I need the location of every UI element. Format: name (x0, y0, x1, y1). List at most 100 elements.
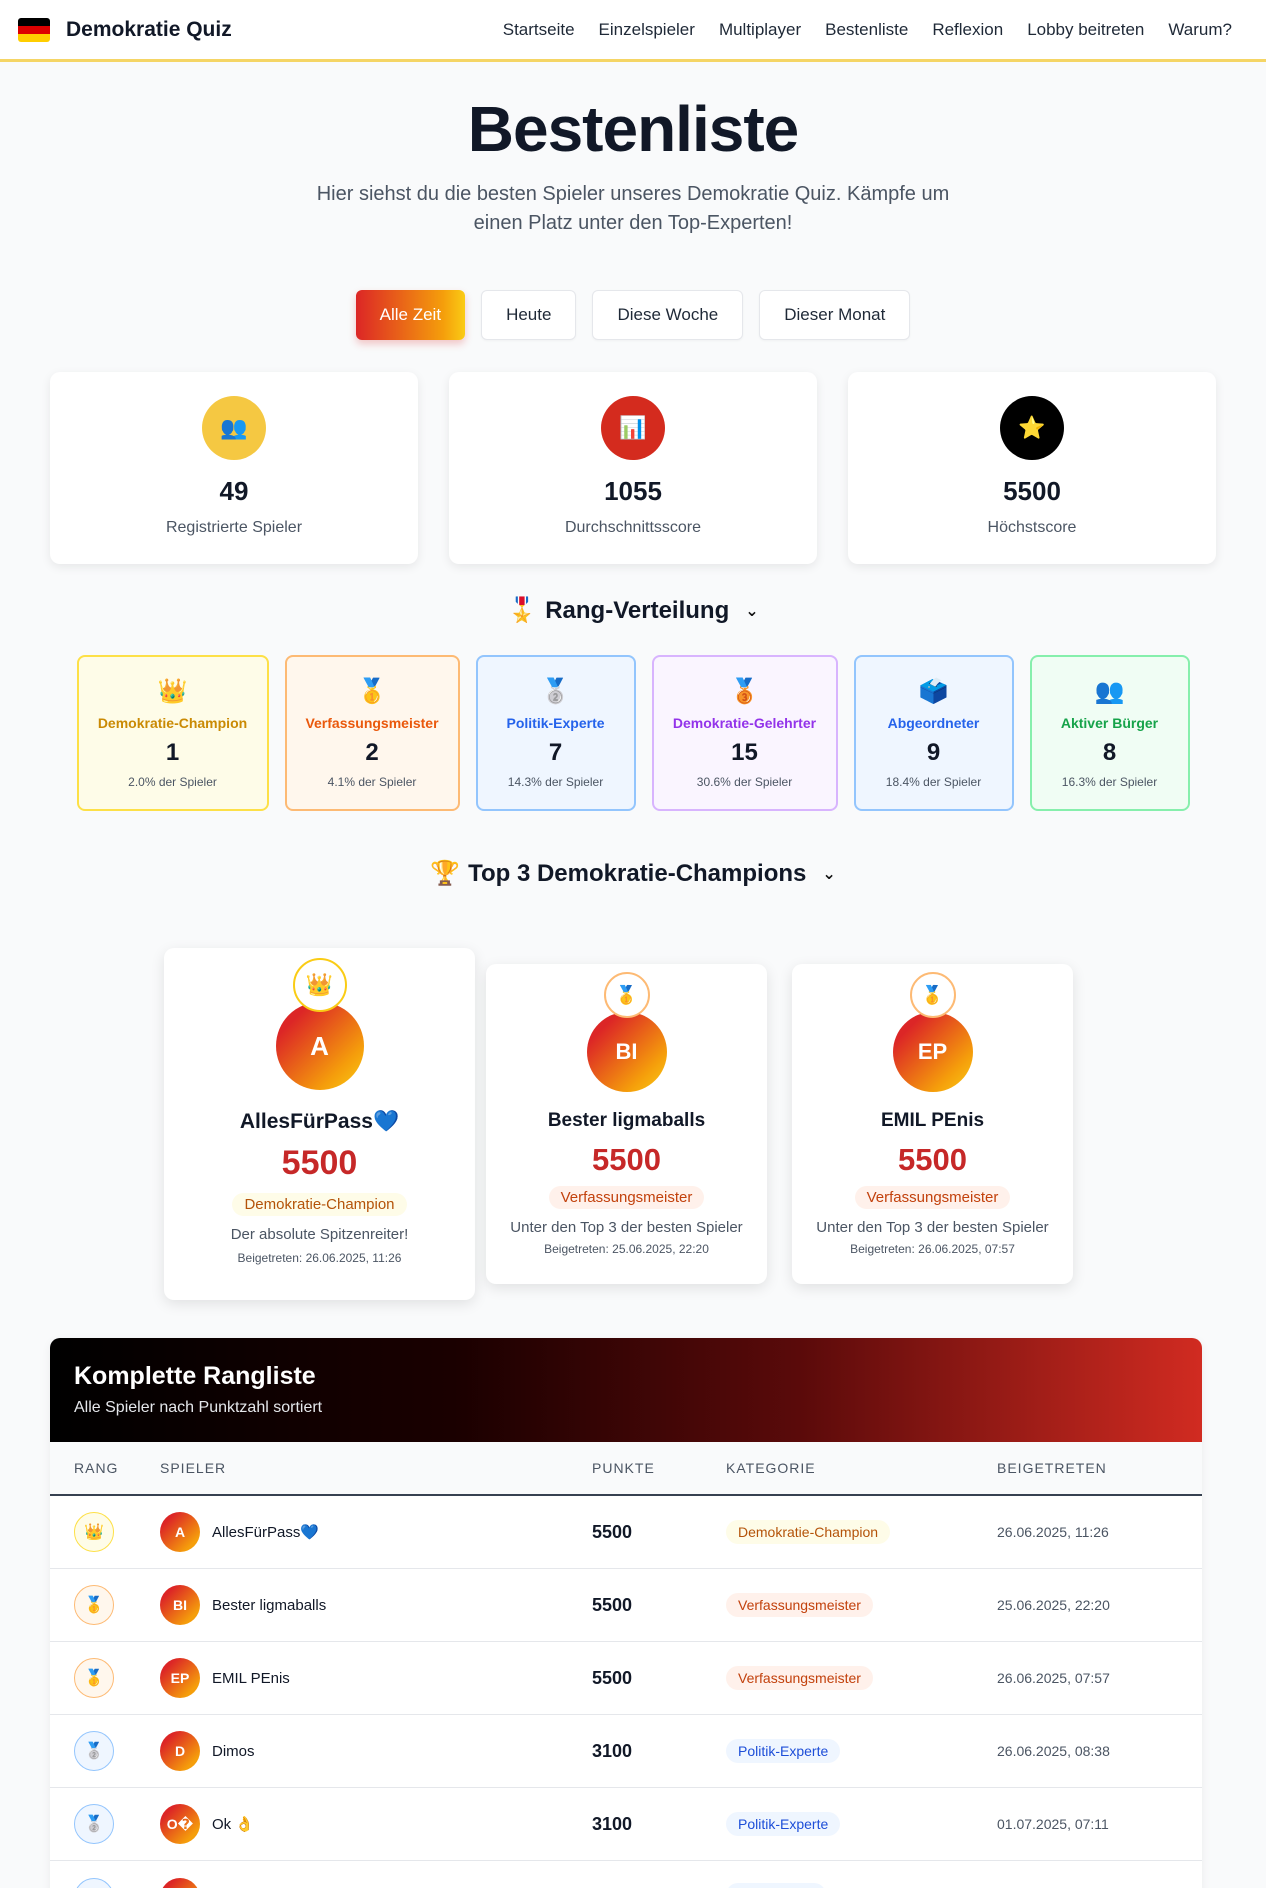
joined-date: 26.06.2025, 08:38 (997, 1743, 1110, 1759)
rank-count: 15 (731, 739, 758, 766)
player-points: 3100 (592, 1813, 633, 1834)
crown-icon: 👑 (157, 678, 188, 705)
player-description: Unter den Top 3 der besten Spieler (510, 1219, 743, 1236)
player-name: Bester ligmaballs (547, 1110, 706, 1131)
filter-week-button[interactable]: Diese Woche (592, 290, 744, 340)
column-header-rank[interactable]: RANG (50, 1460, 160, 1476)
rank-name: Demokratie-Gelehrter (672, 715, 817, 731)
avatar: EP (892, 1012, 973, 1092)
nav-link-bestenliste[interactable]: Bestenliste (825, 20, 908, 40)
category-badge (726, 1883, 826, 1888)
gold-medal-icon: 🥇 (909, 972, 956, 1018)
player-name: EMIL PEnis (212, 1669, 290, 1687)
player-name: AllesFürPass💙 (212, 1524, 320, 1541)
category-badge: Verfassungsmeister (854, 1186, 1011, 1209)
stat-card-players: 👥 49 Registrierte Spieler (50, 372, 418, 564)
nav-link-startseite[interactable]: Startseite (503, 20, 575, 40)
avatar: BI (160, 1585, 200, 1625)
podium-card-third[interactable]: 🥇 EP EMIL PEnis 5500 Verfassungsmeister … (792, 964, 1073, 1284)
table-row[interactable]: 🥇 BI Bester ligmaballs 5500 Verfassungsme… (50, 1569, 1202, 1642)
rank-count: 8 (1102, 739, 1117, 766)
column-header-player[interactable]: SPIELER (160, 1460, 592, 1476)
gold-medal-icon: 🥇 (357, 678, 387, 705)
star-icon: ⭐ (1000, 396, 1064, 460)
player-name: EMIL PEnis (880, 1110, 985, 1131)
player-points: 3100 (592, 1740, 633, 1761)
category-badge: Verfassungsmeister (726, 1666, 873, 1690)
column-header-points[interactable]: PUNKTE (592, 1460, 726, 1476)
stat-label: Höchstscore (987, 519, 1077, 536)
silver-medal-icon: 🥈 (74, 1804, 114, 1844)
users-icon: 👥 (1094, 678, 1125, 705)
chevron-down-icon[interactable]: ⌄ (745, 601, 758, 621)
crown-icon: 👑 (292, 958, 347, 1012)
brand-title: Demokratie Quiz (66, 17, 232, 41)
avatar (160, 1877, 200, 1888)
table-row-partial[interactable] (50, 1861, 1202, 1888)
nav-link-reflexion[interactable]: Reflexion (932, 20, 1003, 40)
gold-medal-icon: 🥇 (74, 1658, 114, 1698)
filter-month-button[interactable]: Dieser Monat (759, 290, 911, 340)
rank-percent: 18.4% der Spieler (885, 775, 982, 789)
ranking-table: Komplette Rangliste Alle Spieler nach Pu… (50, 1338, 1202, 1888)
chart-icon: 📊 (601, 396, 665, 460)
player-name: Dimos (212, 1742, 255, 1760)
nav-link-einzelspieler[interactable]: Einzelspieler (599, 20, 695, 40)
player-points: 5500 (592, 1521, 633, 1542)
stat-label: Registrierte Spieler (165, 519, 303, 536)
player-score: 5500 (592, 1142, 661, 1177)
filter-today-button[interactable]: Heute (481, 290, 577, 340)
column-header-category[interactable]: KATEGORIE (726, 1460, 997, 1476)
rank-card-abgeordneter: 🗳️ Abgeordneter 9 18.4% der Spieler (853, 655, 1014, 811)
category-badge: Verfassungsmeister (548, 1186, 705, 1209)
category-badge: Politik-Experte (726, 1812, 841, 1836)
chevron-down-icon[interactable]: ⌄ (822, 864, 835, 884)
rank-count: 9 (926, 739, 941, 766)
joined-date: Beigetreten: 26.06.2025, 07:57 (850, 1242, 1015, 1256)
rank-distribution-heading[interactable]: 🎖️ Rang-Verteilung ⌄ (0, 596, 1266, 625)
player-name: Ok 👌 (212, 1816, 255, 1833)
joined-date: Beigetreten: 26.06.2025, 11:26 (237, 1251, 402, 1265)
stat-card-highscore: ⭐ 5500 Höchstscore (848, 372, 1216, 564)
navbar: Demokratie Quiz Startseite Einzelspieler… (0, 0, 1266, 62)
rank-card-politik-experte: 🥈 Politik-Experte 7 14.3% der Spieler (475, 655, 636, 811)
rank-card-champion: 👑 Demokratie-Champion 1 2.0% der Spieler (76, 655, 269, 811)
stat-value: 1055 (604, 476, 662, 506)
table-row[interactable]: 🥈 D Dimos 3100 Politik-Experte 26.06.2025… (50, 1715, 1202, 1788)
rank-name: Politik-Experte (506, 715, 605, 731)
joined-date: 25.06.2025, 22:20 (997, 1597, 1110, 1613)
table-row[interactable]: 🥇 EP EMIL PEnis 5500 Verfassungsmeister 2… (50, 1642, 1202, 1715)
rank-name: Demokratie-Champion (97, 715, 248, 731)
top3-heading[interactable]: 🏆 Top 3 Demokratie-Champions ⌄ (0, 859, 1266, 888)
nav-link-warum[interactable]: Warum? (1168, 20, 1232, 40)
nav-link-multiplayer[interactable]: Multiplayer (719, 20, 801, 40)
ballot-box-icon: 🗳️ (918, 678, 949, 705)
player-name: AllesFürPass💙 (239, 1110, 400, 1133)
podium-card-first[interactable]: 👑 A AllesFürPass💙 5500 Demokratie-Champi… (164, 948, 475, 1300)
avatar: BI (586, 1012, 667, 1092)
time-filter-group: Alle Zeit Heute Diese Woche Dieser Monat (0, 290, 1266, 340)
table-subtitle: Alle Spieler nach Punktzahl sortiert (74, 1399, 323, 1416)
rank-name: Abgeordneter (887, 715, 980, 731)
player-description: Unter den Top 3 der besten Spieler (816, 1219, 1049, 1236)
player-name: Bester ligmaballs (212, 1596, 327, 1614)
bronze-medal-icon: 🥉 (729, 678, 760, 705)
table-row[interactable]: 🥈 O� Ok 👌 3100 Politik-Experte 01.07.2025… (50, 1788, 1202, 1861)
rank-count: 1 (165, 739, 180, 766)
brand[interactable]: Demokratie Quiz (18, 17, 232, 42)
german-flag-icon (18, 17, 50, 42)
nav-link-lobby[interactable]: Lobby beitreten (1027, 20, 1144, 40)
player-points: 5500 (592, 1594, 633, 1615)
stats-row: 👥 49 Registrierte Spieler 📊 1055 Durchsc… (50, 372, 1216, 564)
users-icon: 👥 (202, 396, 266, 460)
rank-percent: 2.0% der Spieler (128, 775, 217, 789)
medal-icon: 🎖️ (507, 597, 538, 624)
filter-all-time-button[interactable]: Alle Zeit (355, 290, 466, 340)
column-header-joined[interactable]: BEIGETRETEN (997, 1460, 1107, 1476)
rank-percent: 30.6% der Spieler (696, 775, 793, 789)
crown-icon: 👑 (74, 1512, 114, 1552)
gold-medal-icon: 🥇 (74, 1585, 114, 1625)
silver-medal-icon (74, 1877, 114, 1888)
podium-card-second[interactable]: 🥇 BI Bester ligmaballs 5500 Verfassungsm… (486, 964, 767, 1284)
table-row[interactable]: 👑 A AllesFürPass💙 5500 Demokratie-Champio… (50, 1496, 1202, 1569)
